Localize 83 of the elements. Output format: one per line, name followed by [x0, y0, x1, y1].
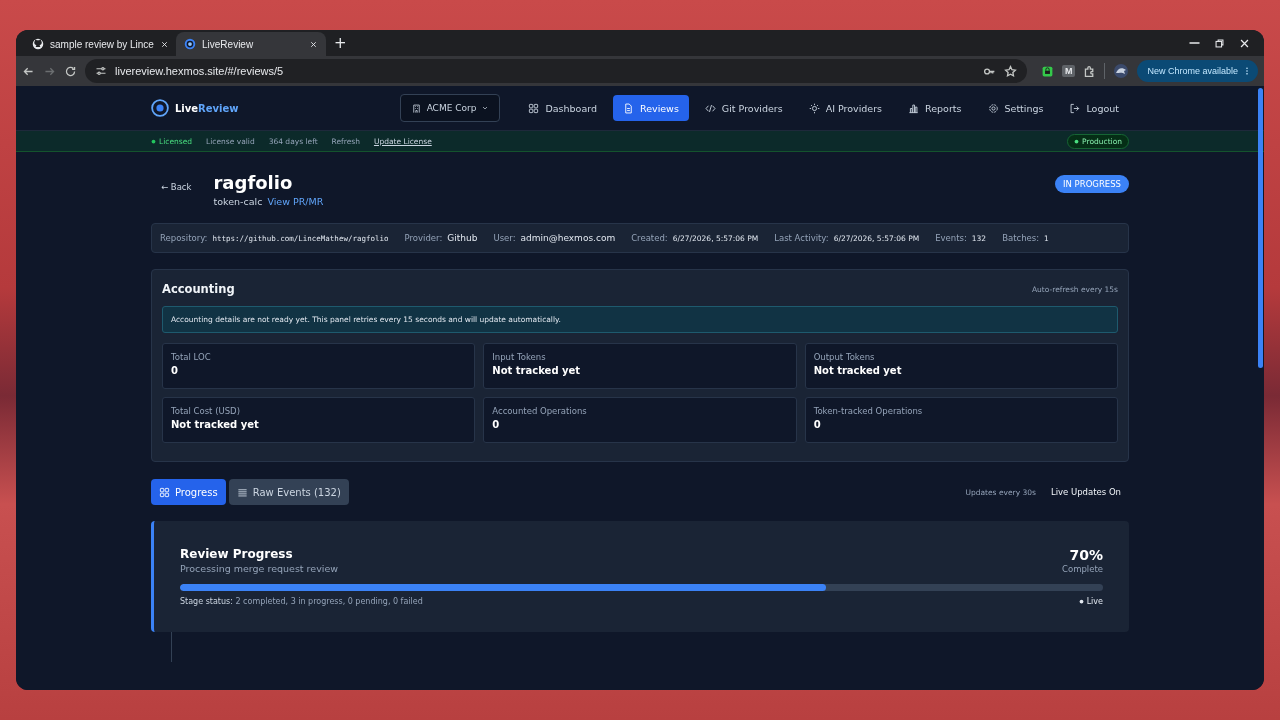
metric-value: Not tracked yet	[492, 365, 582, 376]
site-icon	[184, 38, 196, 50]
tab-title: LiveReview	[202, 38, 255, 50]
stage-status: Stage status: 2 completed, 3 in progress, 0 pending, 0 failed	[180, 597, 423, 606]
scrollbar[interactable]	[1258, 88, 1263, 368]
restore-icon	[1214, 37, 1225, 49]
progress-percent: 70%	[1068, 547, 1103, 563]
metric-label: Token-tracked Operations	[813, 406, 924, 416]
progress-title: Review Progress	[180, 547, 294, 561]
detail-label: User:	[493, 233, 516, 243]
branch-name: token-calc	[213, 196, 263, 207]
organization-name: ACME Corp	[426, 103, 477, 113]
nav-link[interactable]: AI Providers	[798, 95, 893, 121]
detail-label: Created:	[631, 233, 668, 243]
bar-chart-icon	[908, 102, 920, 114]
detail-label: Repository:	[160, 233, 208, 243]
detail-value: Github	[447, 233, 478, 243]
grid-icon	[528, 102, 540, 114]
document-icon	[623, 102, 634, 114]
code-icon	[704, 102, 716, 114]
metric-label: Output Tokens	[813, 352, 876, 362]
panel-title: Accounting	[162, 282, 235, 296]
reload-icon	[64, 64, 77, 78]
close-icon	[1239, 37, 1250, 49]
status-dot-icon	[151, 138, 156, 144]
nav-link[interactable]: Dashboard	[518, 95, 607, 121]
site-settings-icon	[95, 65, 107, 77]
metric-value: 0	[492, 419, 501, 430]
nav-link[interactable]: Logout	[1059, 95, 1129, 121]
metric-value: Not tracked yet	[171, 419, 260, 430]
status-badge: IN PROGRESS	[1055, 175, 1129, 193]
update-button[interactable]: New Chrome available	[1137, 60, 1258, 82]
building-icon	[410, 102, 422, 114]
status-dot-icon	[1074, 138, 1080, 144]
progress-subtitle: Processing merge request review	[180, 563, 339, 574]
close-icon	[159, 39, 169, 49]
close-icon	[309, 39, 318, 49]
metric-label: Accounted Operations	[492, 406, 588, 416]
address-bar[interactable]: livereview.hexmos.site/#/reviews/5	[85, 59, 1027, 83]
minimize-icon	[1189, 42, 1200, 44]
logo-text: LiveReview	[175, 102, 239, 114]
view-tab[interactable]: Progress	[151, 479, 226, 505]
detail-label: Events:	[935, 233, 967, 243]
percent-label: Complete	[1062, 564, 1103, 574]
star-icon	[1003, 64, 1017, 78]
lock-extension-icon	[1040, 64, 1054, 78]
metric-label: Total Cost (USD)	[171, 406, 241, 416]
metric-label: Total LOC	[171, 352, 212, 362]
detail-label: Batches:	[1002, 233, 1040, 243]
url-text: livereview.hexmos.site/#/reviews/5	[115, 65, 284, 77]
metric-value: Not tracked yet	[813, 365, 903, 376]
metric-value: 0	[813, 419, 822, 430]
metric-value: 0	[171, 365, 179, 376]
nav-link[interactable]: Git Providers	[694, 95, 793, 121]
dot-icon	[1078, 599, 1084, 604]
nav-link[interactable]: Reviews	[613, 95, 689, 121]
bulb-icon	[808, 102, 820, 114]
metric-label: Input Tokens	[492, 352, 547, 362]
detail-label: Provider:	[404, 233, 443, 243]
browser-tab[interactable]: LiveReview	[176, 32, 326, 56]
detail-value: admin@hexmos.com	[520, 233, 616, 243]
view-tab[interactable]: Raw Events (132)	[228, 479, 349, 505]
list-icon	[236, 486, 248, 498]
settings-icon	[987, 102, 999, 114]
logout-icon	[1069, 102, 1081, 114]
back-link[interactable]: ← Back	[161, 182, 192, 192]
nav-link[interactable]: Reports	[898, 95, 972, 121]
organization-dropdown[interactable]: ACME Corp	[399, 94, 501, 122]
nav-link[interactable]: Settings	[977, 95, 1054, 121]
review-title: ragfolio	[213, 172, 294, 194]
view-pr-link[interactable]: View PR/MR	[267, 196, 324, 207]
tab-title: sample review by Lince	[50, 38, 154, 50]
grid-icon	[159, 486, 170, 498]
live-indicator: Live	[1078, 597, 1103, 606]
logo-icon	[151, 99, 169, 117]
extension-button[interactable]: M	[1061, 65, 1076, 77]
detail-label: Last Activity:	[774, 233, 829, 243]
new-tab-button[interactable]: +	[328, 34, 353, 52]
live-updates-toggle[interactable]: Live Updates On	[1050, 487, 1121, 497]
browser-tab[interactable]: sample review by Lince	[24, 32, 174, 56]
profile-avatar-icon	[1113, 63, 1130, 79]
caret-icon	[481, 104, 490, 112]
github-icon	[32, 38, 44, 50]
